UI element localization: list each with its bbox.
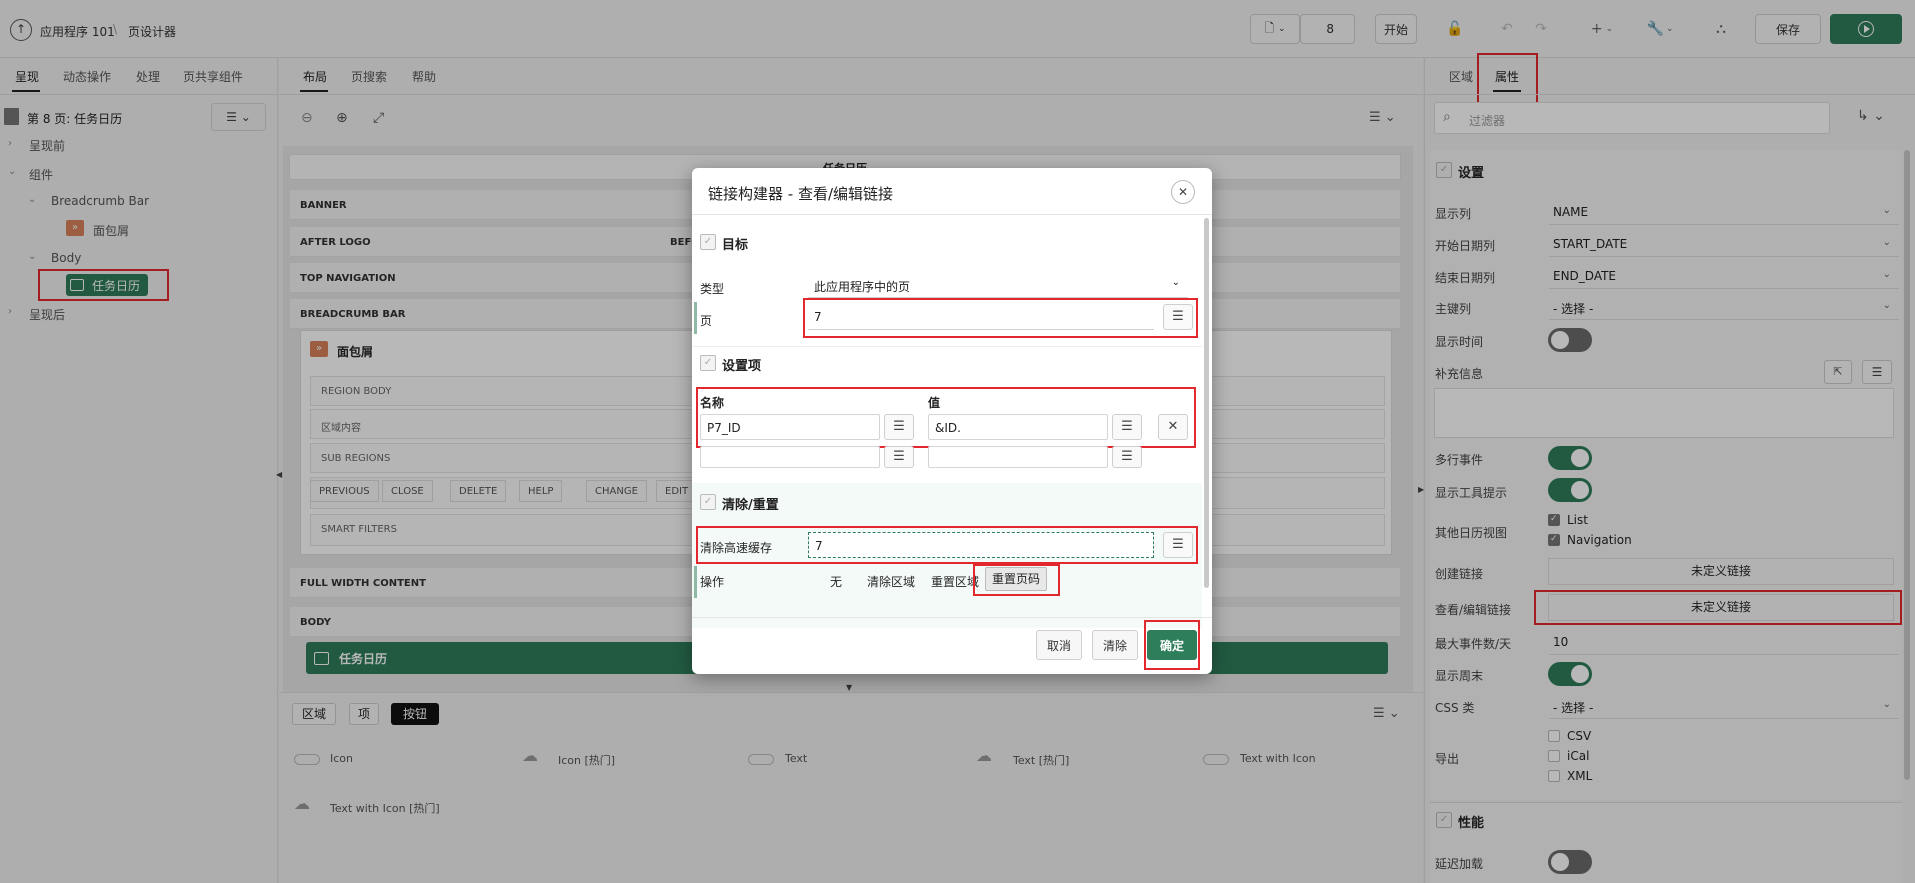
clear-reset-header: 清除/重置 xyxy=(722,498,779,513)
type-label: 类型 xyxy=(700,282,725,296)
page-label: 页 xyxy=(700,314,713,328)
item-value-input-2[interactable] xyxy=(928,446,1108,468)
page-row-indicator xyxy=(694,302,697,334)
highlight-ok-button xyxy=(1144,620,1200,670)
dialog-header-divider xyxy=(692,214,1212,215)
type-select[interactable]: 此应用程序中的页 ⌄ xyxy=(808,272,1188,298)
link-builder-dialog: 链接构建器 - 查看/编辑链接 ✕ ✓ 目标 类型 此应用程序中的页 ⌄ 页 7… xyxy=(692,168,1212,674)
action-label: 操作 xyxy=(700,575,725,589)
chevron-down-icon: ⌄ xyxy=(1171,277,1180,288)
set-items-header: 设置项 xyxy=(722,359,762,374)
clear-reset-collapse-icon[interactable]: ✓ xyxy=(700,494,716,510)
set-items-collapse-icon[interactable]: ✓ xyxy=(700,355,716,371)
section-divider xyxy=(692,346,1202,347)
action-row-indicator xyxy=(694,566,697,598)
target-header: 目标 xyxy=(722,238,749,253)
dialog-title: 链接构建器 - 查看/编辑链接 xyxy=(708,185,894,203)
highlight-reset-pagination xyxy=(973,564,1060,596)
item-value-list-button-2[interactable]: ☰ xyxy=(1112,446,1142,468)
item-name-input-2[interactable] xyxy=(700,446,880,468)
dialog-close-button[interactable]: ✕ xyxy=(1171,180,1195,204)
highlight-set-items xyxy=(696,387,1196,448)
clear-label: 清除 xyxy=(1102,638,1127,653)
cancel-label: 取消 xyxy=(1046,638,1071,653)
item-name-list-button-2[interactable]: ☰ xyxy=(884,446,914,468)
type-value: 此应用程序中的页 xyxy=(814,280,911,294)
action-option-reset-regions[interactable]: 重置区域 xyxy=(931,573,979,590)
dialog-scrollbar[interactable] xyxy=(1204,218,1209,588)
highlight-clear-cache xyxy=(696,526,1198,564)
action-option-clear-regions[interactable]: 清除区域 xyxy=(867,573,915,590)
action-option-none[interactable]: 无 xyxy=(830,573,842,590)
clear-button[interactable]: 清除 xyxy=(1092,630,1138,660)
dialog-footer-divider xyxy=(692,617,1212,618)
target-collapse-icon[interactable]: ✓ xyxy=(700,234,716,250)
highlight-page-row xyxy=(803,298,1198,338)
cancel-button[interactable]: 取消 xyxy=(1036,630,1082,660)
